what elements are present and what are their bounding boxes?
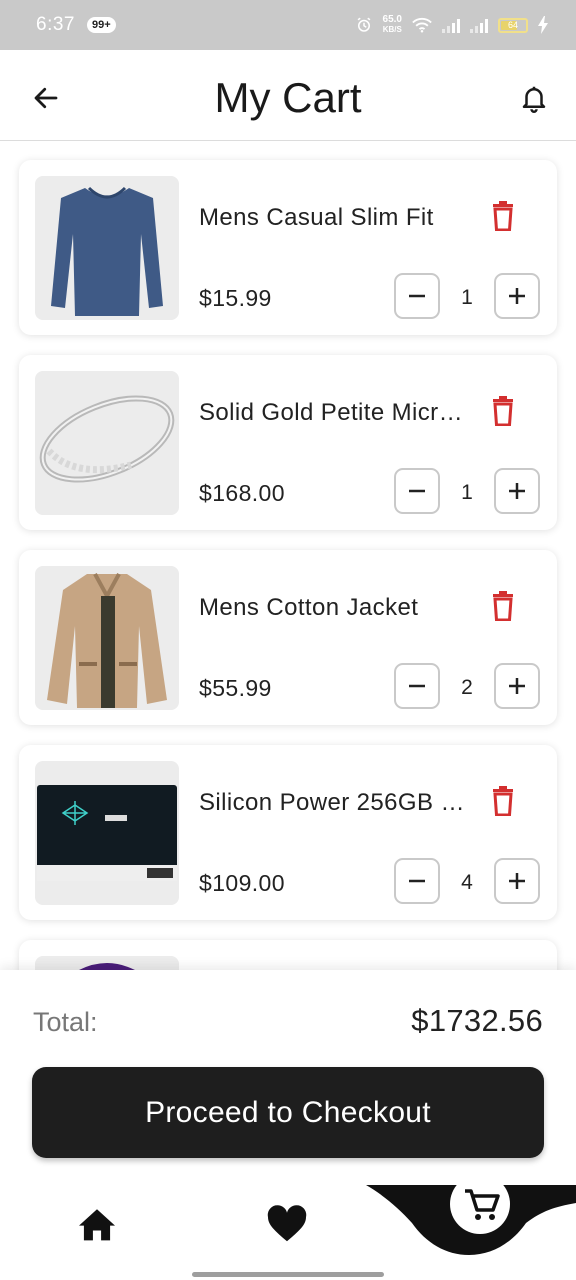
product-image [35,566,179,710]
cart-tab-circle [450,1182,510,1234]
plus-icon [509,873,525,889]
notifications-button[interactable] [514,78,554,118]
trash-icon [493,396,513,426]
nav-home-button[interactable] [74,1201,120,1247]
trash-icon [493,786,513,816]
home-icon [79,1209,115,1241]
decrease-quantity-button[interactable] [394,273,440,319]
increase-quantity-button[interactable] [494,663,540,709]
bottom-navigation [0,1182,576,1280]
quantity-value: 1 [461,286,473,309]
net-speed-value: 65.0 [382,14,402,25]
total-label: Total: [33,1007,98,1037]
net-speed-unit: KB/S [382,25,402,34]
alarm-icon [357,17,370,32]
signal-icon-2 [470,17,488,33]
product-name: Mens Cotton Jacket [199,594,419,621]
product-price: $55.99 [199,675,272,701]
checkout-panel: Total: $1732.56 Proceed to Checkout [0,970,576,1185]
heart-icon [267,1205,307,1242]
quantity-value: 4 [461,871,473,894]
total-value: $1732.56 [411,1003,543,1038]
bell-icon [522,86,546,113]
plus-icon [509,678,525,694]
delete-item-button[interactable] [487,198,519,234]
status-bar: 6:37 99+ 65.0 KB/S 64 [0,0,576,50]
nav-favorites-button[interactable] [264,1201,310,1247]
minus-icon [409,489,425,493]
plus-icon [509,483,525,499]
minus-icon [409,294,425,298]
charging-icon [538,16,548,34]
cart-item[interactable]: Silicon Power 256GB SSD 3D NAND $109.00 … [19,745,557,920]
notification-count-badge: 99+ [86,17,116,33]
increase-quantity-button[interactable] [494,273,540,319]
decrease-quantity-button[interactable] [394,468,440,514]
product-name: Silicon Power 256GB SSD 3D NAND [199,789,469,816]
cart-item[interactable]: Solid Gold Petite Micropave $168.00 1 [19,355,557,530]
product-image [35,371,179,515]
product-price: $15.99 [199,285,272,311]
increase-quantity-button[interactable] [494,468,540,514]
delete-item-button[interactable] [487,393,519,429]
cart-item[interactable]: Mens Casual Slim Fit $15.99 1 [19,160,557,335]
product-image [35,761,179,905]
signal-icon [442,17,460,33]
plus-icon [509,288,525,304]
battery-icon: 64 [498,17,528,33]
wifi-icon [412,18,432,33]
trash-icon [493,201,513,231]
product-price: $109.00 [199,870,285,896]
cart-list[interactable]: Mens Casual Slim Fit $15.99 1 Solid Gold… [0,141,576,971]
cart-item[interactable]: Mens Cotton Jacket $55.99 2 [19,550,557,725]
status-time: 6:37 [36,14,75,35]
minus-icon [409,879,425,883]
decrease-quantity-button[interactable] [394,663,440,709]
home-indicator [192,1272,384,1277]
quantity-value: 1 [461,481,473,504]
delete-item-button[interactable] [487,783,519,819]
minus-icon [409,684,425,688]
app-header: My Cart [0,50,576,141]
page-title: My Cart [214,74,362,121]
battery-level: 64 [507,19,518,30]
quantity-value: 2 [461,676,473,699]
product-image [35,956,179,971]
trash-icon [493,591,513,621]
delete-item-button[interactable] [487,588,519,624]
nav-cart-button[interactable] [447,1182,513,1242]
cart-item-partial[interactable] [19,940,557,971]
product-image [35,176,179,320]
product-name: Mens Casual Slim Fit [199,204,434,231]
checkout-button[interactable]: Proceed to Checkout [32,1067,544,1158]
status-icons: 65.0 KB/S 64 [355,15,548,35]
increase-quantity-button[interactable] [494,858,540,904]
decrease-quantity-button[interactable] [394,858,440,904]
product-price: $168.00 [199,480,285,506]
net-speed: 65.0 KB/S [383,15,402,35]
product-name: Solid Gold Petite Micropave [199,399,469,426]
